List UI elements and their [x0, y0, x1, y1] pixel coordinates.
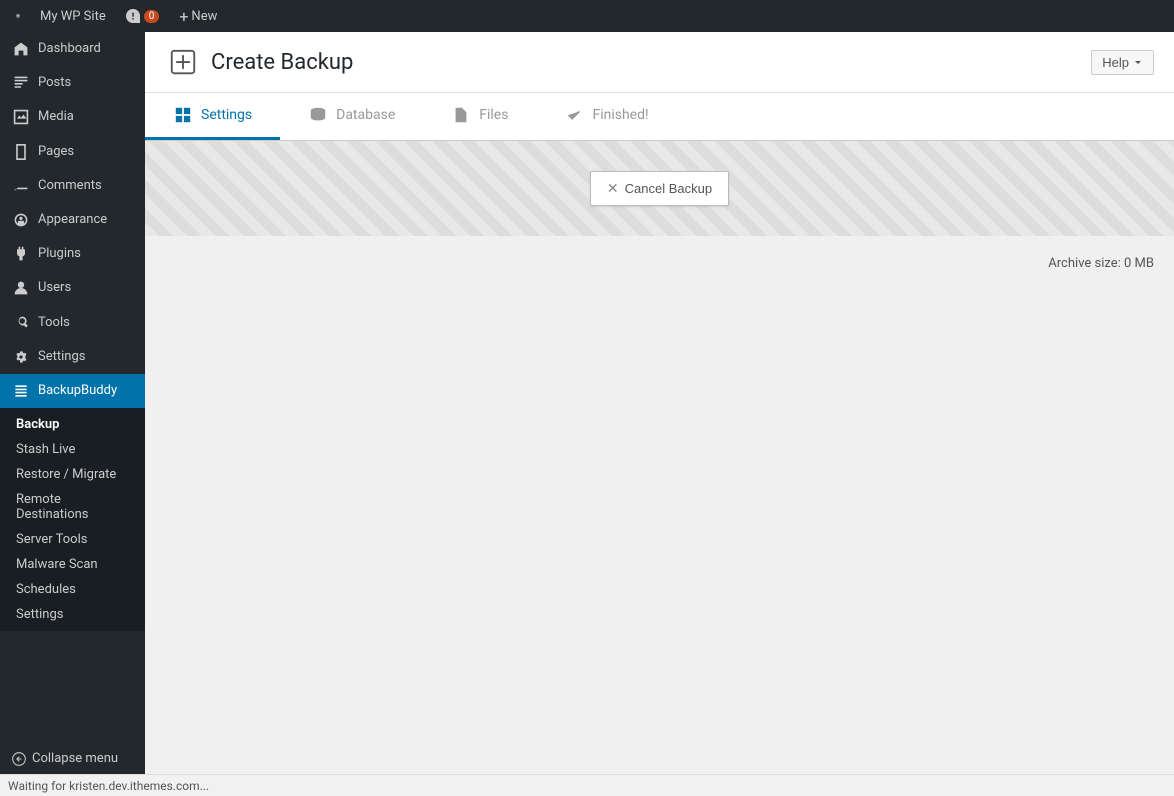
submenu-remote-destinations[interactable]: Remote Destinations	[0, 487, 145, 527]
submenu-restore-migrate[interactable]: Restore / Migrate	[0, 462, 145, 487]
tab-files[interactable]: Files	[423, 93, 536, 140]
comments-icon	[12, 177, 30, 195]
sidebar-item-dashboard[interactable]: Dashboard	[0, 32, 145, 66]
collapse-menu[interactable]: Collapse menu	[0, 743, 145, 774]
files-tab-icon	[451, 105, 471, 125]
adminbar-site[interactable]: My WP Site	[32, 0, 114, 32]
status-bar: Waiting for kristen.dev.ithemes.com...	[0, 774, 1174, 796]
appearance-icon	[12, 211, 30, 229]
page-header: Create Backup Help	[145, 32, 1174, 93]
tools-icon	[12, 314, 30, 332]
settings-icon	[12, 348, 30, 366]
users-icon	[12, 279, 30, 297]
pages-icon	[12, 143, 30, 161]
progress-area: ✕ Cancel Backup	[145, 141, 1174, 236]
plugins-icon	[12, 245, 30, 263]
tabs-bar: Settings Database	[145, 93, 1174, 141]
submenu-malware-scan[interactable]: Malware Scan	[0, 552, 145, 577]
sidebar-item-posts[interactable]: Posts	[0, 66, 145, 100]
archive-size-info: Archive size: 0 MB	[1048, 256, 1154, 271]
sidebar-item-tools[interactable]: Tools	[0, 306, 145, 340]
tab-finished[interactable]: Finished!	[536, 93, 676, 140]
wp-logo[interactable]	[8, 6, 28, 26]
submenu-server-tools[interactable]: Server Tools	[0, 527, 145, 552]
help-button[interactable]: Help	[1091, 50, 1154, 75]
tab-database[interactable]: Database	[280, 93, 423, 140]
cancel-backup-button[interactable]: ✕ Cancel Backup	[590, 171, 729, 206]
adminbar-comments[interactable]: 0	[118, 0, 168, 32]
admin-bar: My WP Site 0 + New	[0, 0, 1174, 32]
backupbuddy-submenu: Backup Stash Live Restore / Migrate Remo…	[0, 408, 145, 631]
content-body: ✕ Cancel Backup Archive size: 0 MB	[145, 141, 1174, 774]
submenu-schedules[interactable]: Schedules	[0, 577, 145, 602]
cancel-x-icon: ✕	[607, 180, 619, 197]
adminbar-new[interactable]: + New	[171, 0, 225, 32]
content-area: Create Backup Help Settings	[145, 32, 1174, 774]
submenu-settings-bb[interactable]: Settings	[0, 602, 145, 627]
create-backup-icon	[165, 44, 201, 80]
sidebar-item-users[interactable]: Users	[0, 271, 145, 305]
database-tab-icon	[308, 105, 328, 125]
media-icon	[12, 108, 30, 126]
submenu-backup[interactable]: Backup	[0, 412, 145, 437]
sidebar: Dashboard Posts Media Pages Comments	[0, 32, 145, 774]
sidebar-item-plugins[interactable]: Plugins	[0, 237, 145, 271]
dashboard-icon	[12, 40, 30, 58]
tab-settings[interactable]: Settings	[145, 93, 280, 140]
page-title-area: Create Backup	[165, 44, 353, 80]
finished-tab-icon	[564, 105, 584, 125]
backupbuddy-icon	[12, 382, 30, 400]
page-title: Create Backup	[211, 50, 353, 75]
sidebar-item-backupbuddy[interactable]: BackupBuddy	[0, 374, 145, 408]
posts-icon	[12, 74, 30, 92]
sidebar-item-appearance[interactable]: Appearance	[0, 203, 145, 237]
sidebar-item-comments[interactable]: Comments	[0, 169, 145, 203]
sidebar-item-settings[interactable]: Settings	[0, 340, 145, 374]
submenu-stash-live[interactable]: Stash Live	[0, 437, 145, 462]
sidebar-item-pages[interactable]: Pages	[0, 135, 145, 169]
sidebar-item-media[interactable]: Media	[0, 100, 145, 134]
settings-tab-icon	[173, 105, 193, 125]
